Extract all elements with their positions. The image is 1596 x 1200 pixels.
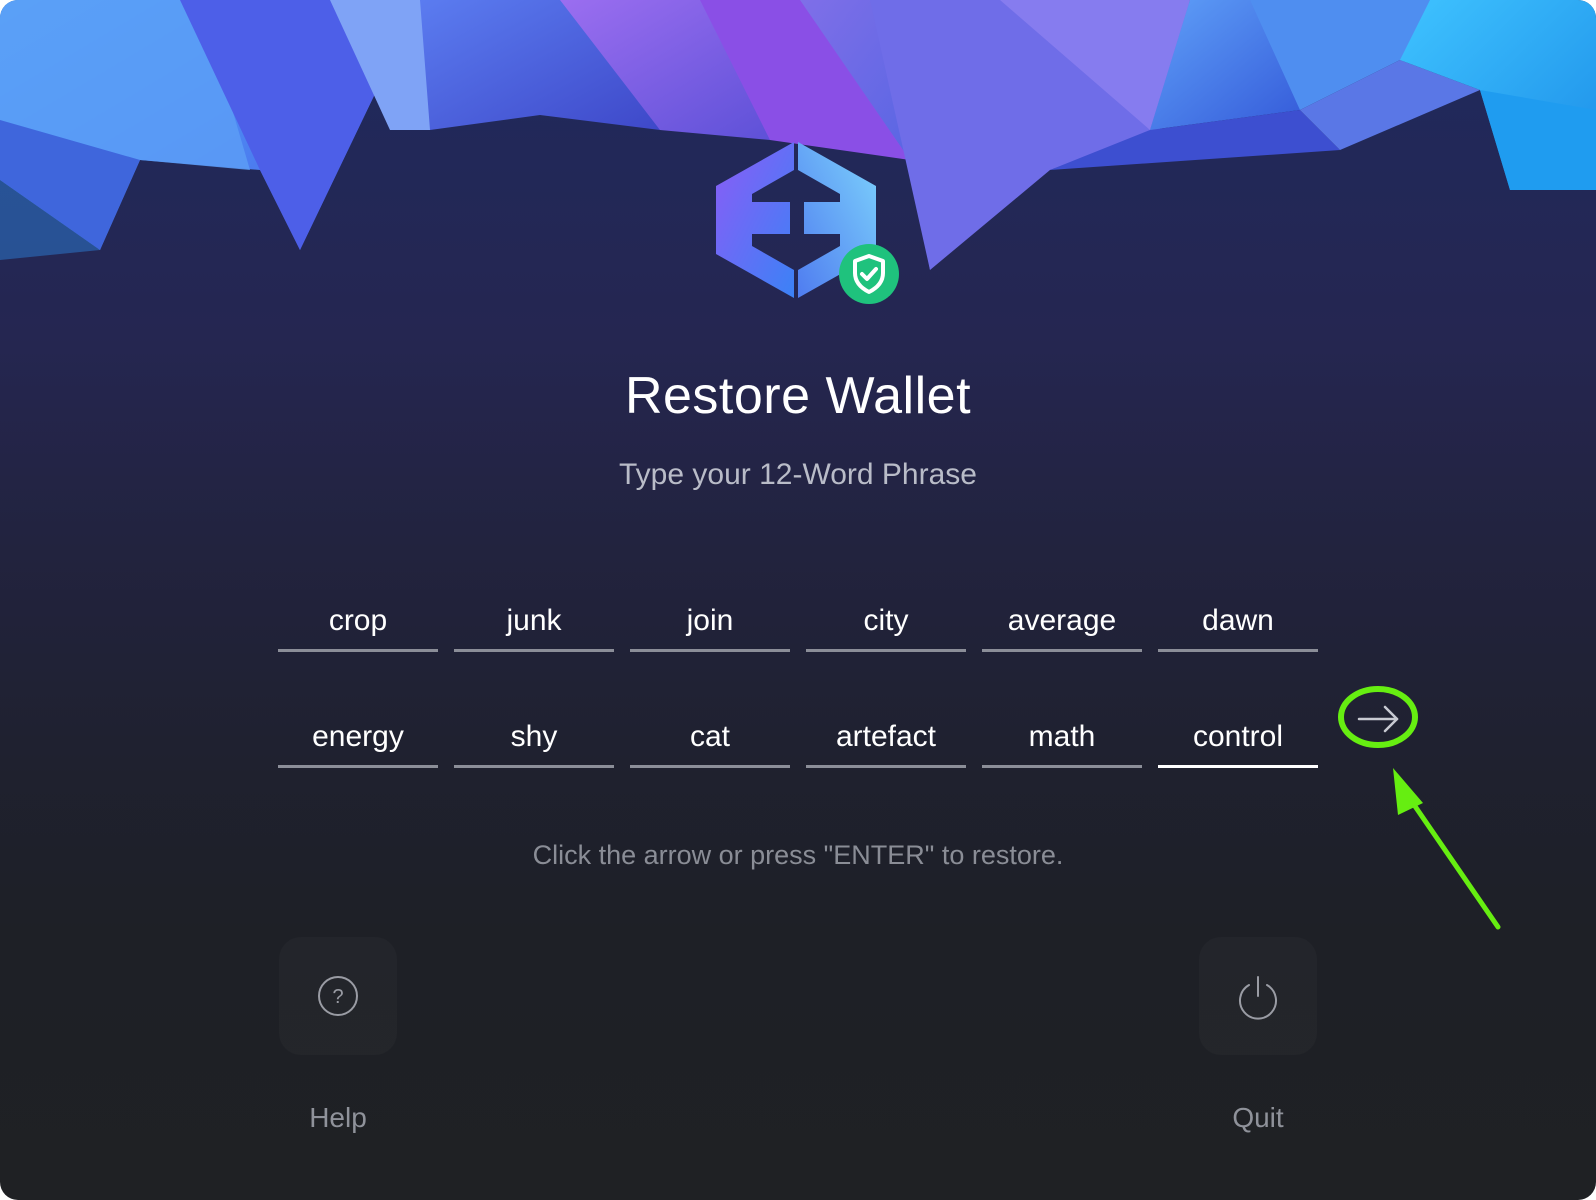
word-field-2[interactable] [454,592,614,649]
word-input-12[interactable] [1158,708,1318,768]
word-field-5[interactable] [982,592,1142,649]
word-field-1[interactable] [278,592,438,649]
word-input-10[interactable] [806,708,966,768]
svg-text:?: ? [332,986,343,1008]
word-input-5[interactable] [982,592,1142,652]
word-field-9[interactable] [630,708,790,765]
quit-button[interactable] [1199,937,1317,1055]
word-field-8[interactable] [454,708,614,765]
word-field-12[interactable] [1158,708,1318,765]
quit-label: Quit [1232,1102,1284,1133]
shield-check-icon [839,244,899,304]
annotation-arrow-head [1393,768,1423,815]
restore-hint: Click the arrow or press "ENTER" to rest… [532,840,1064,870]
word-input-7[interactable] [278,708,438,768]
word-input-9[interactable] [630,708,790,768]
word-input-1[interactable] [278,592,438,652]
power-icon [1239,976,1277,1020]
word-field-7[interactable] [278,708,438,765]
word-input-6[interactable] [1158,592,1318,652]
word-input-8[interactable] [454,708,614,768]
help-label: Help [309,1102,367,1133]
restore-wallet-window: Restore Wallet Type your 12-Word Phrase [0,0,1596,1200]
word-input-11[interactable] [982,708,1142,768]
submit-arrow-button[interactable] [1343,694,1413,744]
word-field-4[interactable] [806,592,966,649]
word-field-6[interactable] [1158,592,1318,649]
page-subtitle: Type your 12-Word Phrase [619,458,977,491]
arrow-right-icon [1357,705,1399,733]
word-field-10[interactable] [806,708,966,765]
help-button[interactable]: ? [279,937,397,1055]
question-circle-icon: ? [318,976,358,1016]
word-input-3[interactable] [630,592,790,652]
word-input-2[interactable] [454,592,614,652]
word-input-4[interactable] [806,592,966,652]
page-title: Restore Wallet [624,367,972,425]
word-field-3[interactable] [630,592,790,649]
word-field-11[interactable] [982,708,1142,765]
